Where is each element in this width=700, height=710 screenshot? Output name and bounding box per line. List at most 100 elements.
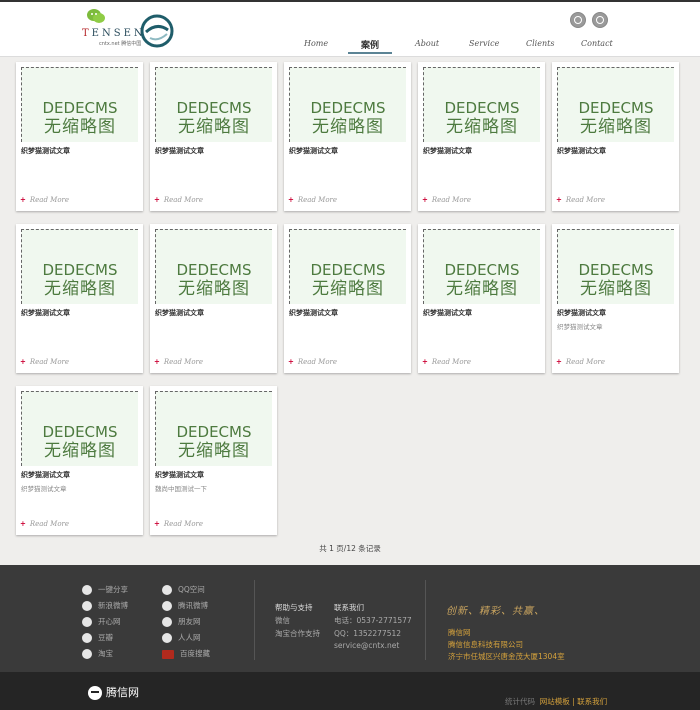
share-link[interactable]: 朋友网: [162, 616, 201, 627]
read-more-link[interactable]: + Read More: [556, 195, 605, 204]
thumbnail-placeholder[interactable]: DEDECMS 无缩略图: [557, 67, 674, 142]
contact-link[interactable]: 联系我们: [577, 697, 607, 706]
thumbnail-placeholder[interactable]: DEDECMS 无缩略图: [289, 229, 406, 304]
card-title[interactable]: 织梦猫测试文章: [423, 146, 472, 156]
logo-wordmark: TENSEN: [82, 28, 146, 39]
nav-active-indicator: [348, 52, 392, 54]
plus-icon: +: [556, 357, 562, 366]
card-title[interactable]: 织梦猫测试文章: [21, 146, 70, 156]
help-link-wechat[interactable]: 微信: [275, 615, 290, 626]
card-title[interactable]: 织梦猫测试文章: [21, 470, 70, 480]
thumbnail-placeholder[interactable]: DEDECMS 无缩略图: [155, 391, 272, 466]
nav-contact[interactable]: Contact: [581, 39, 613, 48]
card-title[interactable]: 织梦猫测试文章: [155, 308, 204, 318]
case-card[interactable]: DEDECMS 无缩略图 织梦猫测试文章 + Read More: [284, 62, 411, 211]
footer-slogan: 创新、精彩、共赢、: [446, 606, 545, 617]
read-more-link[interactable]: + Read More: [154, 519, 203, 528]
read-more-link[interactable]: + Read More: [422, 195, 471, 204]
thumbnail-placeholder[interactable]: DEDECMS 无缩略图: [423, 229, 540, 304]
nav-clients[interactable]: Clients: [526, 39, 554, 48]
read-more-link[interactable]: + Read More: [154, 195, 203, 204]
plus-icon: +: [154, 357, 160, 366]
case-card[interactable]: DEDECMS 无缩略图 织梦猫测试文章 织梦猫测试文章 + Read More: [552, 224, 679, 373]
read-more-link[interactable]: + Read More: [20, 519, 69, 528]
plus-icon: +: [20, 519, 26, 528]
contact-phone: 电话：0537-2771577: [334, 616, 412, 625]
thumbnail-placeholder[interactable]: DEDECMS 无缩略图: [21, 391, 138, 466]
card-title[interactable]: 织梦猫测试文章: [155, 146, 204, 156]
kaixin-icon: [82, 617, 92, 627]
read-more-link[interactable]: + Read More: [288, 195, 337, 204]
qzone-icon: [162, 585, 172, 595]
pagination-info: 共 1 页/12 条记录: [319, 544, 381, 553]
stats-link[interactable]: 统计代码: [505, 697, 535, 706]
share-link[interactable]: 淘宝: [82, 648, 113, 659]
share-link[interactable]: 百度搜藏: [162, 648, 210, 659]
case-card[interactable]: DEDECMS 无缩略图 织梦猫测试文章 + Read More: [16, 62, 143, 211]
card-title[interactable]: 织梦猫测试文章: [557, 146, 606, 156]
weibo-share-icon[interactable]: [592, 12, 608, 28]
case-card[interactable]: DEDECMS 无缩略图 织梦猫测试文章 + Read More: [552, 62, 679, 211]
nav-about[interactable]: About: [415, 39, 439, 48]
thumbnail-placeholder[interactable]: DEDECMS 无缩略图: [557, 229, 674, 304]
share-link[interactable]: 腾讯微博: [162, 600, 208, 611]
card-description: 织梦猫测试文章: [557, 323, 603, 331]
thumbnail-placeholder[interactable]: DEDECMS 无缩略图: [155, 67, 272, 142]
card-title[interactable]: 织梦猫测试文章: [155, 470, 204, 480]
read-more-link[interactable]: + Read More: [288, 357, 337, 366]
read-more-link[interactable]: + Read More: [556, 357, 605, 366]
share-link[interactable]: 新浪微博: [82, 600, 128, 611]
card-title[interactable]: 织梦猫测试文章: [21, 308, 70, 318]
footer-divider: [425, 580, 426, 660]
nav-cases[interactable]: 案例: [361, 38, 379, 51]
share-link[interactable]: 豆瓣: [82, 632, 113, 643]
case-card[interactable]: DEDECMS 无缩略图 织梦猫测试文章 + Read More: [150, 224, 277, 373]
share-icon: [82, 585, 92, 595]
thumbnail-placeholder[interactable]: DEDECMS 无缩略图: [21, 229, 138, 304]
wechat-icon: [87, 9, 105, 23]
contact-email[interactable]: service@cntx.net: [334, 641, 399, 650]
read-more-link[interactable]: + Read More: [20, 357, 69, 366]
thumbnail-placeholder[interactable]: DEDECMS 无缩略图: [155, 229, 272, 304]
card-title[interactable]: 织梦猫测试文章: [289, 308, 338, 318]
help-title: 帮助与支持: [275, 603, 313, 612]
plus-icon: +: [556, 195, 562, 204]
douban-icon: [82, 633, 92, 643]
case-card[interactable]: DEDECMS 无缩略图 织梦猫测试文章 + Read More: [418, 62, 545, 211]
site-header: TENSEN cntx.net 腾信中国 Home 案例 About Servi…: [0, 2, 700, 57]
plus-icon: +: [288, 357, 294, 366]
nav-service[interactable]: Service: [469, 39, 499, 48]
template-link[interactable]: 网站模板: [540, 697, 570, 706]
share-link[interactable]: 开心网: [82, 616, 121, 627]
case-card[interactable]: DEDECMS 无缩略图 织梦猫测试文章 + Read More: [16, 224, 143, 373]
thumbnail-placeholder[interactable]: DEDECMS 无缩略图: [423, 67, 540, 142]
card-title[interactable]: 织梦猫测试文章: [557, 308, 606, 318]
share-link[interactable]: 人人网: [162, 632, 201, 643]
case-card[interactable]: DEDECMS 无缩略图 织梦猫测试文章 + Read More: [284, 224, 411, 373]
qq-share-icon[interactable]: [570, 12, 586, 28]
site-logo[interactable]: TENSEN cntx.net 腾信中国: [82, 8, 177, 50]
read-more-link[interactable]: + Read More: [20, 195, 69, 204]
card-title[interactable]: 织梦猫测试文章: [289, 146, 338, 156]
case-card[interactable]: DEDECMS 无缩略图 织梦猫测试文章 + Read More: [150, 62, 277, 211]
plus-icon: +: [154, 195, 160, 204]
read-more-link[interactable]: + Read More: [422, 357, 471, 366]
thumbnail-placeholder[interactable]: DEDECMS 无缩略图: [21, 67, 138, 142]
thumbnail-placeholder[interactable]: DEDECMS 无缩略图: [289, 67, 406, 142]
case-card[interactable]: DEDECMS 无缩略图 织梦猫测试文章 魏尚中国测试一下 + Read More: [150, 386, 277, 535]
case-card[interactable]: DEDECMS 无缩略图 织梦猫测试文章 + Read More: [418, 224, 545, 373]
bottom-logo[interactable]: 腾信网: [88, 684, 139, 700]
company-fullname: 腾信信息科技有限公司: [448, 640, 523, 649]
nav-home[interactable]: Home: [304, 39, 328, 48]
contact-qq: QQ：1352277512: [334, 629, 402, 638]
share-link[interactable]: QQ空间: [162, 584, 205, 595]
contact-title: 联系我们: [334, 603, 364, 612]
taobao-icon: [82, 649, 92, 659]
help-link-taobao[interactable]: 淘宝合作支持: [275, 628, 320, 639]
pengyou-icon: [162, 617, 172, 627]
share-link[interactable]: 一键分享: [82, 584, 128, 595]
case-card[interactable]: DEDECMS 无缩略图 织梦猫测试文章 织梦猫测试文章 + Read More: [16, 386, 143, 535]
card-title[interactable]: 织梦猫测试文章: [423, 308, 472, 318]
company-name: 腾信网: [448, 628, 471, 637]
read-more-link[interactable]: + Read More: [154, 357, 203, 366]
